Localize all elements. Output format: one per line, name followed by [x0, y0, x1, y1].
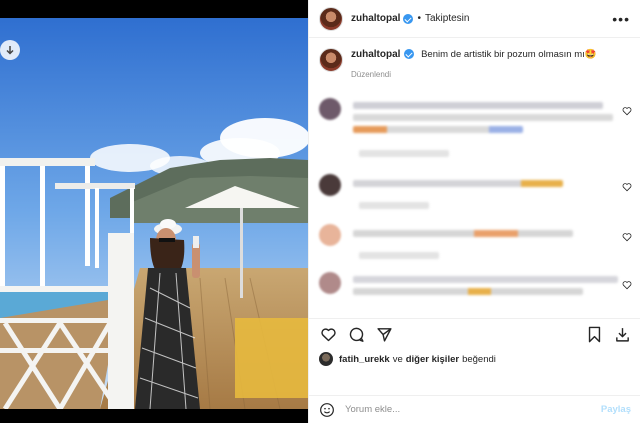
post-details-panel: zuhaltopal • Takiptesin ••• zuhaltopal B… [308, 0, 640, 423]
post-header: zuhaltopal • Takiptesin ••• [309, 0, 640, 38]
likes-connector: ve [392, 353, 403, 365]
caption-username[interactable]: zuhaltopal [351, 49, 400, 60]
heart-icon[interactable] [319, 326, 337, 344]
action-bar [309, 318, 640, 350]
post-photo[interactable] [0, 18, 308, 409]
comment-input[interactable] [345, 404, 601, 415]
avatar[interactable] [319, 352, 333, 366]
save-download-icon[interactable] [613, 326, 631, 344]
comments-list [309, 92, 640, 314]
avatar[interactable] [319, 272, 341, 294]
comment-composer: Paylaş [309, 395, 640, 423]
download-icon[interactable] [0, 40, 20, 60]
heart-icon[interactable] [622, 182, 632, 192]
liker-username[interactable]: fatih_urekk [339, 354, 390, 365]
header-separator: • [417, 13, 421, 24]
post-comment-button[interactable]: Paylaş [601, 404, 631, 415]
avatar[interactable] [319, 224, 341, 246]
avatar[interactable] [319, 98, 341, 120]
list-item [319, 98, 634, 158]
likes-summary: fatih_urekk ve diğer kişiler beğendi [319, 352, 499, 366]
heart-icon[interactable] [622, 106, 632, 116]
caption-body: zuhaltopal Benim de artistik bir pozum o… [351, 48, 597, 90]
list-item [319, 174, 634, 214]
more-icon[interactable]: ••• [612, 11, 630, 27]
verified-icon [404, 49, 415, 60]
list-item [319, 272, 634, 312]
other-likers-link[interactable]: diğer kişiler [406, 354, 459, 365]
instagram-post-window: zuhaltopal • Takiptesin ••• zuhaltopal B… [0, 0, 640, 423]
likes-suffix: beğendi [462, 353, 496, 365]
caption: zuhaltopal Benim de artistik bir pozum o… [309, 38, 640, 90]
list-item [319, 224, 634, 264]
follow-status-button[interactable]: Takiptesin [425, 13, 469, 24]
avatar[interactable] [319, 6, 343, 31]
header-username[interactable]: zuhaltopal [351, 13, 400, 24]
caption-text: Benim de artistik bir pozum olmasın mı🤩 [421, 49, 597, 60]
share-icon[interactable] [375, 326, 393, 344]
heart-icon[interactable] [622, 232, 632, 242]
bookmark-icon[interactable] [585, 326, 603, 344]
edited-label: Düzenlendi [351, 70, 392, 79]
verified-icon [403, 13, 414, 24]
caption-avatar[interactable] [319, 48, 343, 72]
avatar[interactable] [319, 174, 341, 196]
photo-illustration [0, 18, 308, 409]
heart-icon[interactable] [622, 280, 632, 290]
emoji-icon[interactable] [319, 402, 335, 418]
comment-icon[interactable] [347, 326, 365, 344]
